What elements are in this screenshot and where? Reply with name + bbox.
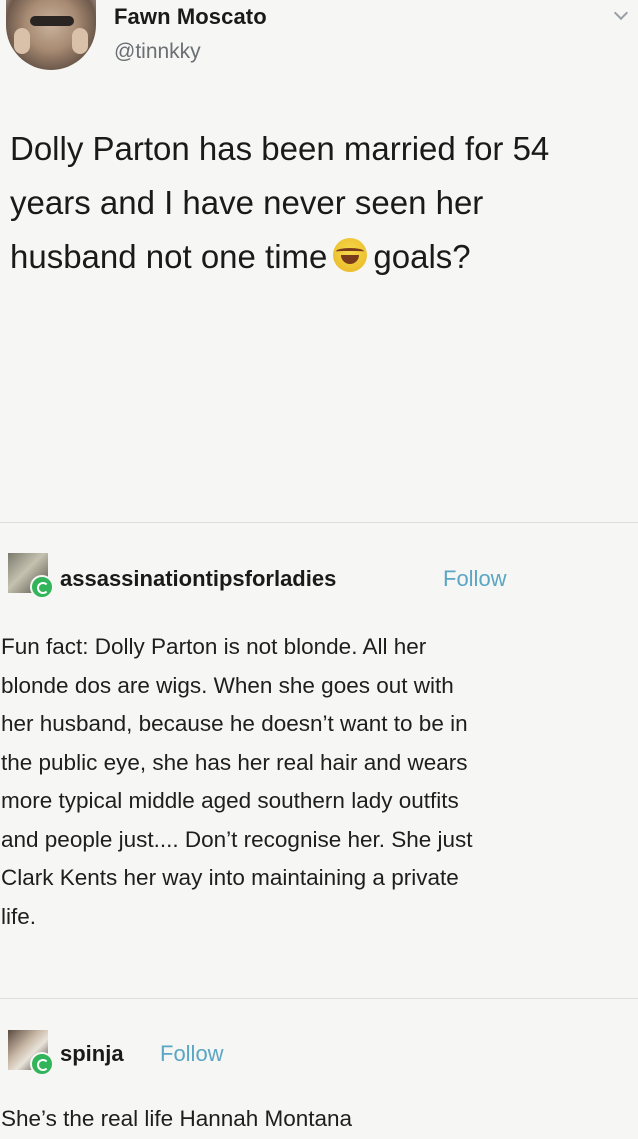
post-body-line: Clark Kents her way into maintaining a p… [1, 865, 459, 890]
tweet-display-name[interactable]: Fawn Moscato [114, 4, 267, 30]
laughing-emoji-icon [333, 238, 368, 272]
tweet-avatar[interactable] [6, 0, 96, 70]
tweet-text-suffix: goals? [373, 238, 471, 275]
chevron-down-icon[interactable] [613, 5, 629, 21]
tweet-card: Fawn Moscato @tinnkky Dolly Parton has b… [0, 0, 638, 522]
tweet-handle[interactable]: @tinnkky [114, 40, 201, 64]
post-username[interactable]: assassinationtipsforladies [60, 566, 336, 592]
tweet-text-line: husband not one time goals? [10, 230, 630, 284]
tweet-text-line: Dolly Parton has been married for 54 [10, 130, 550, 167]
follow-button[interactable]: Follow [443, 566, 507, 592]
post-body-line: the public eye, she has her real hair an… [1, 749, 468, 775]
post-body-line: and people just.... Don’t recognise her.… [1, 826, 473, 852]
post-body-line: blonde dos are wigs. When she goes out w… [1, 672, 454, 698]
post-avatar[interactable] [8, 553, 54, 599]
post-body-line: her husband, because he doesn’t want to … [1, 711, 468, 736]
post-body-line: life. [1, 903, 37, 929]
avatar-hand-left [14, 28, 30, 54]
section-divider [0, 998, 638, 999]
post-body-line: more typical middle aged southern lady o… [1, 788, 459, 813]
avatar-hand-right [72, 28, 88, 54]
post-avatar[interactable] [8, 1030, 54, 1076]
avatar-sunglasses [30, 16, 74, 26]
tweet-text: Dolly Parton has been married for 54 yea… [10, 122, 630, 284]
post-body-line: Fun fact: Dolly Parton is not blonde. Al… [1, 634, 427, 659]
reblog-badge-icon [30, 575, 54, 599]
tweet-text-fragment: husband not one time [10, 238, 328, 275]
section-divider [0, 522, 638, 523]
post-body: Fun fact: Dolly Parton is not blonde. Al… [1, 628, 638, 936]
reblog-badge-icon [30, 1052, 54, 1076]
post-body-line: She’s the real life Hannah Montana [1, 1106, 353, 1131]
tweet-text-line: years and I have never seen her [10, 184, 484, 221]
follow-button[interactable]: Follow [160, 1041, 224, 1067]
post-body: She’s the real life Hannah Montana [1, 1100, 638, 1139]
post-username[interactable]: spinja [60, 1041, 124, 1067]
